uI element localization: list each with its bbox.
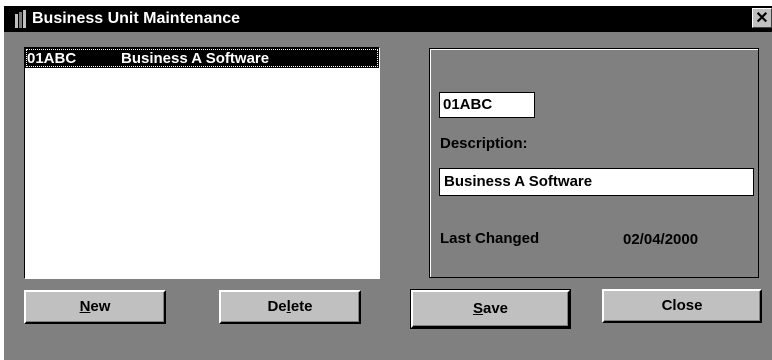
list-item[interactable]: 01ABC Business A Software [25, 48, 379, 68]
window-title: Business Unit Maintenance [32, 10, 241, 27]
new-button[interactable]: New [24, 290, 166, 324]
title-bar[interactable]: Business Unit Maintenance ✕ [4, 6, 772, 32]
list-item-description: Business A Software [121, 50, 270, 67]
last-changed-label: Last Changed [440, 230, 540, 247]
description-label: Description: [440, 135, 528, 152]
save-button-accelerator: S [472, 300, 483, 317]
code-field[interactable]: 01ABC [439, 92, 535, 118]
close-button[interactable]: Close [602, 289, 762, 323]
save-button[interactable]: Save [410, 289, 571, 329]
business-unit-window: Business Unit Maintenance ✕ 01ABC Busine… [0, 0, 772, 360]
list-item-code: 01ABC [27, 50, 77, 67]
client-area: 01ABC Business A Software 01ABC Descript… [4, 32, 772, 360]
new-button-accelerator: N [79, 298, 91, 315]
details-panel: 01ABC Description: Business A Software L… [429, 48, 759, 278]
save-button-label-post: ave [482, 300, 509, 317]
new-button-label-post: ew [90, 298, 111, 315]
close-window-button[interactable]: ✕ [752, 8, 772, 28]
business-unit-list[interactable]: 01ABC Business A Software [24, 47, 380, 279]
delete-button-label-pre: De [267, 298, 287, 315]
delete-button-label-post: ete [290, 298, 313, 315]
delete-button[interactable]: Delete [219, 290, 361, 324]
close-button-label: Close [661, 297, 703, 314]
books-icon [15, 10, 26, 28]
description-field[interactable]: Business A Software [439, 168, 754, 196]
last-changed-value: 02/04/2000 [623, 231, 699, 248]
close-icon: ✕ [755, 10, 769, 27]
